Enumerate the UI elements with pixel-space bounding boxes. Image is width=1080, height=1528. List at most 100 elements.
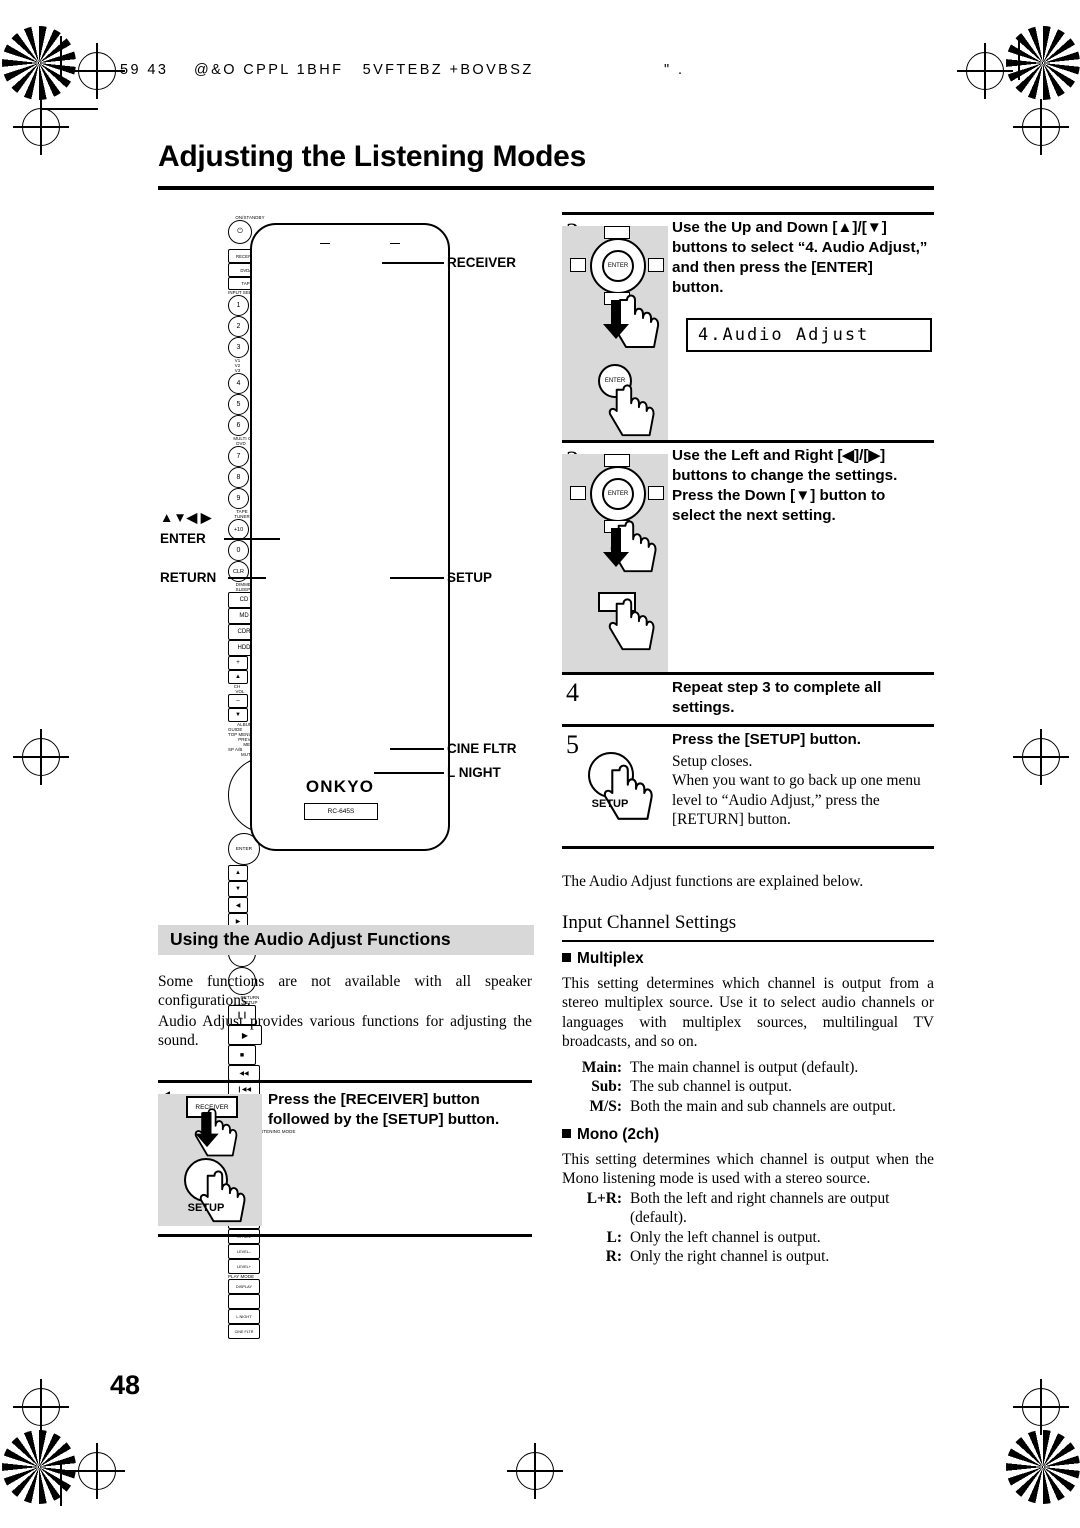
- button-vol-up[interactable]: ▲: [228, 670, 248, 684]
- step2-left-button: [570, 258, 586, 272]
- button-9[interactable]: 9: [228, 488, 249, 509]
- list-item: L+R: Both the left and right channels are…: [566, 1189, 938, 1228]
- list-item: Main: The main channel is output (default…: [566, 1058, 938, 1077]
- corner-radial-mark-bl: [2, 1430, 76, 1504]
- title-rule: [158, 186, 934, 190]
- multiplex-val-2: Both the main and sub channels are outpu…: [630, 1097, 896, 1115]
- step2-hand-icon-2: [606, 382, 668, 440]
- step3-up-button: [604, 454, 630, 467]
- trim-line-v-left: [60, 36, 62, 80]
- mono-key-1: L:: [606, 1228, 622, 1246]
- multiplex-key-2: M/S:: [589, 1097, 623, 1115]
- registration-mark-right: [1013, 99, 1069, 155]
- step5-hand-icon: [600, 762, 668, 824]
- step3-enter-button: ENTER: [602, 478, 634, 510]
- step2-enter-button: ENTER: [602, 250, 634, 282]
- bullet-square-icon: [562, 953, 571, 962]
- button-ch-sel[interactable]: CH SEL: [228, 1229, 260, 1244]
- multiplex-title: Multiplex: [577, 950, 644, 967]
- list-item: R: Only the right channel is output.: [566, 1247, 938, 1266]
- button-3[interactable]: 3: [228, 337, 249, 358]
- mono-key-0: L+R:: [586, 1190, 622, 1207]
- button-5[interactable]: 5: [228, 394, 249, 415]
- model-number: RC-645S: [304, 803, 378, 820]
- step3-left-button: [570, 486, 586, 500]
- button-vol-down[interactable]: ▼: [228, 708, 248, 722]
- step1-bottom-rule: [158, 1234, 532, 1237]
- callout-l-night: L NIGHT: [447, 765, 501, 780]
- list-item: Sub: The sub channel is output.: [566, 1077, 938, 1096]
- list-item: M/S: Both the main and sub channels are o…: [566, 1097, 938, 1116]
- button-nav-left[interactable]: ◀: [228, 897, 248, 913]
- step1-setup-label: SETUP: [187, 1202, 225, 1214]
- button-1[interactable]: 1: [228, 295, 249, 316]
- button-display[interactable]: DISPLAY: [228, 1279, 260, 1294]
- button-rew[interactable]: ◀◀: [228, 1065, 260, 1081]
- step2-flow-arrow: [602, 300, 630, 345]
- registration-mark-left-mid: [13, 729, 69, 785]
- mono-key-2: R:: [605, 1248, 622, 1266]
- button-play-mode[interactable]: [228, 1294, 260, 1309]
- page-title: Adjusting the Listening Modes: [158, 140, 586, 173]
- leader-l-night: [374, 772, 444, 774]
- multiplex-val-1: The sub channel is output.: [630, 1078, 792, 1096]
- multiplex-key-1: Sub:: [591, 1078, 622, 1096]
- leader-receiver: [382, 262, 444, 264]
- mono-val-2: Only the right channel is output.: [630, 1248, 830, 1266]
- button-4[interactable]: 4: [228, 373, 249, 394]
- remote-control-illustration: ON/STANDBY ⏻ REMOTE MODE RECEIVER DVD/R …: [228, 215, 468, 1339]
- step3-flow-arrow: [602, 528, 630, 573]
- callout-enter: ENTER: [160, 531, 206, 546]
- button-level-minus[interactable]: LEVEL–: [228, 1244, 260, 1259]
- button-level-plus[interactable]: LEVEL+: [228, 1259, 260, 1274]
- button-nav-up[interactable]: ▲: [228, 865, 248, 881]
- step3-right-button: [648, 486, 664, 500]
- left-paragraph-2: Audio Adjust provides various functions …: [158, 1013, 532, 1050]
- button-zero[interactable]: 0: [228, 540, 249, 561]
- trim-line-top-left: [42, 108, 98, 110]
- step4-number: 4: [566, 678, 579, 707]
- leader-enter: [224, 538, 280, 540]
- registration-mark-bottom-left: [69, 1443, 125, 1499]
- rule-remote-mode-right: [390, 243, 400, 244]
- mono-title: Mono (2ch): [577, 1126, 660, 1143]
- button-2[interactable]: 2: [228, 316, 249, 337]
- button-clr[interactable]: CLR: [228, 561, 249, 582]
- button-ch-down[interactable]: –: [228, 694, 248, 708]
- leader-setup: [390, 577, 444, 579]
- button-ch-up[interactable]: +: [228, 656, 248, 670]
- button-l-night[interactable]: L NIGHT: [228, 1309, 260, 1324]
- step2-up-button: [604, 226, 630, 239]
- step4-heading: Repeat step 3 to complete all settings.: [672, 679, 882, 716]
- button-cine-fltr[interactable]: CINE FLTR: [228, 1324, 260, 1339]
- mono-val-1: Only the left channel is output.: [630, 1228, 821, 1246]
- label-play-mode: PLAY MODE: [228, 1274, 255, 1279]
- step5-top-rule: [562, 724, 934, 727]
- mono-body: This setting determines which channel is…: [562, 1151, 934, 1188]
- step2-enter-label: ENTER: [607, 263, 629, 269]
- step5-bottom-rule: [562, 846, 934, 849]
- button-on-standby[interactable]: ⏻: [228, 220, 252, 244]
- callout-arrows: ▲▼◀ ▶: [160, 510, 212, 525]
- step2-right-button: [648, 258, 664, 272]
- step5-heading: Press the [SETUP] button.: [672, 731, 862, 748]
- button-7[interactable]: 7: [228, 446, 249, 467]
- button-plus-10[interactable]: +10: [228, 519, 249, 540]
- leader-cine-fltr: [390, 748, 444, 750]
- multiplex-subheading: Multiplex: [562, 950, 934, 968]
- step3-enter-label: ENTER: [607, 491, 629, 497]
- multiplex-body: This setting determines which channel is…: [562, 975, 934, 1051]
- button-8[interactable]: 8: [228, 467, 249, 488]
- callout-receiver: RECEIVER: [447, 255, 517, 270]
- step2-heading: Use the Up and Down [▲]/[▼] buttons to s…: [672, 219, 928, 296]
- list-item: L: Only the left channel is output.: [566, 1228, 938, 1247]
- button-6[interactable]: 6: [228, 415, 249, 436]
- trim-line-v-right: [1018, 36, 1020, 80]
- section-heading-text: Using the Audio Adjust Functions: [170, 929, 451, 949]
- step5-setup-label: SETUP: [591, 798, 629, 810]
- left-paragraph-1: Some functions are not available with al…: [158, 973, 532, 1010]
- step5-body: Setup closes. When you want to go back u…: [672, 753, 921, 829]
- button-nav-down[interactable]: ▼: [228, 881, 248, 897]
- registration-mark-right-mid: [1013, 729, 1069, 785]
- multiplex-key-0: Main:: [581, 1059, 622, 1076]
